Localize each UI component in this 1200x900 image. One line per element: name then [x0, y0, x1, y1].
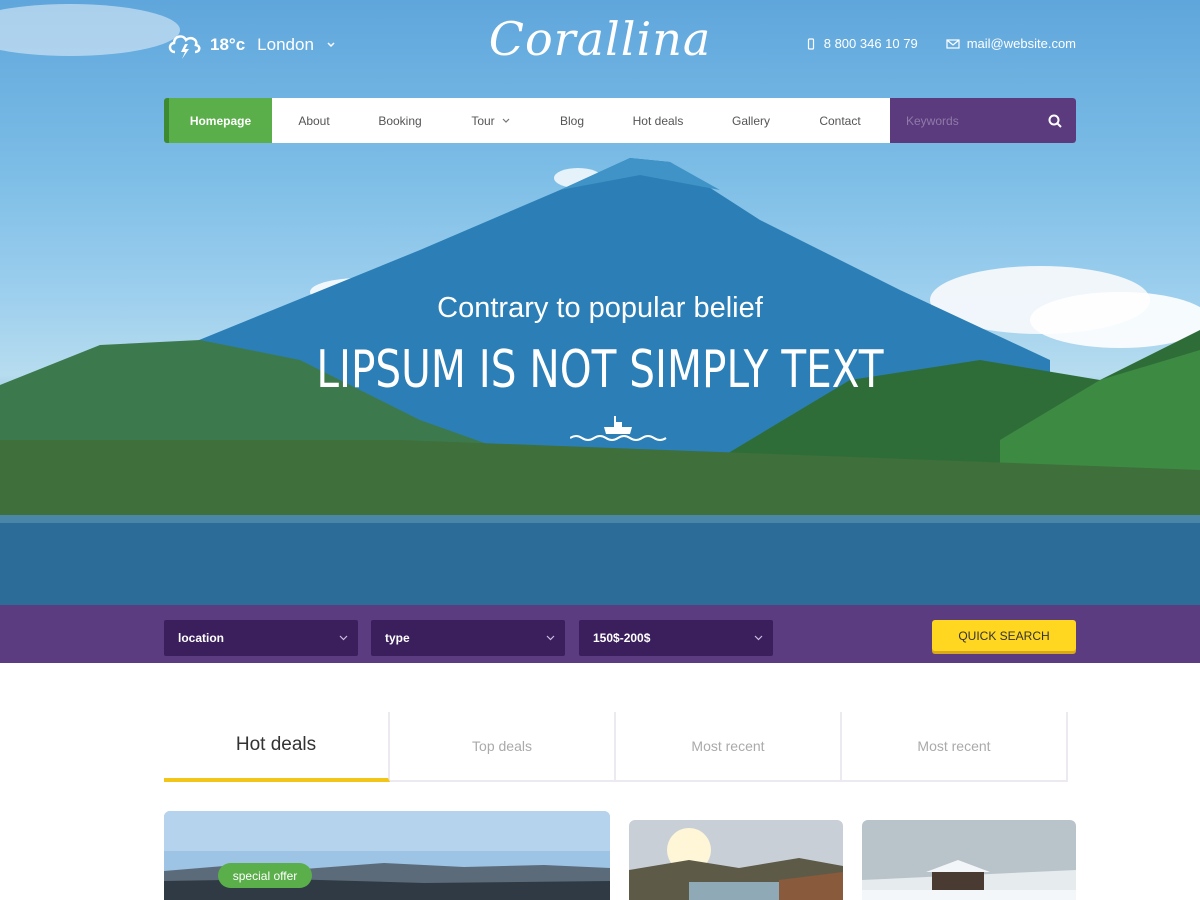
nav-item-about[interactable]: About: [272, 98, 356, 143]
boat-icon: [570, 416, 667, 441]
price-select[interactable]: 150$-200$: [579, 620, 773, 656]
quick-search-button[interactable]: QUICK SEARCH: [932, 620, 1076, 651]
tab-hot-deals[interactable]: Hot deals: [164, 712, 390, 782]
tab-top-deals[interactable]: Top deals: [390, 712, 616, 780]
nav-item-booking[interactable]: Booking: [356, 98, 444, 143]
chevron-down-icon: [546, 635, 555, 641]
phone-number[interactable]: 8 800 346 10 79: [824, 36, 918, 51]
nav-item-homepage[interactable]: Homepage: [164, 98, 272, 143]
type-select-value: type: [385, 631, 410, 645]
nav-item-tour[interactable]: Tour: [444, 98, 538, 143]
chevron-down-icon: [502, 118, 510, 123]
deal-image-3: [862, 820, 1076, 900]
search-input[interactable]: [906, 113, 1046, 128]
phone-icon: [807, 37, 814, 50]
chevron-down-icon: [754, 635, 763, 641]
location-select[interactable]: location: [164, 620, 358, 656]
tab-most-recent-2[interactable]: Most recent: [842, 712, 1068, 780]
nav-item-contact[interactable]: Contact: [792, 98, 888, 143]
mail-icon: [946, 38, 960, 49]
location-select-value: location: [178, 631, 225, 645]
hero-subtitle: Contrary to popular belief: [437, 292, 763, 324]
nav-item-blog[interactable]: Blog: [538, 98, 606, 143]
deals-tabs: Hot deals Top deals Most recent Most rec…: [164, 712, 1068, 782]
chevron-down-icon: [339, 635, 348, 641]
hero-title: LIPSUM IS NOT SIMPLY TEXT: [316, 340, 884, 400]
price-select-value: 150$-200$: [593, 631, 651, 645]
contact-info: 8 800 346 10 79 mail@website.com: [805, 36, 1076, 51]
nav-item-hot-deals[interactable]: Hot deals: [606, 98, 710, 143]
deal-card-image-2[interactable]: [629, 820, 843, 900]
nav-item-gallery[interactable]: Gallery: [710, 98, 792, 143]
type-select[interactable]: type: [371, 620, 565, 656]
hero-banner: 18°c London Corallina 8 800 346 10 79 ma…: [0, 0, 1200, 605]
nav-search-box: [890, 98, 1076, 143]
deal-image-2: [629, 820, 843, 900]
search-icon[interactable]: [1048, 114, 1062, 128]
email-address[interactable]: mail@website.com: [967, 36, 1076, 51]
deal-card-image-3[interactable]: [862, 820, 1076, 900]
tab-most-recent[interactable]: Most recent: [616, 712, 842, 780]
main-navigation: Homepage About Booking Tour Blog Hot dea…: [164, 98, 1076, 143]
nav-item-tour-label: Tour: [471, 113, 495, 128]
special-offer-badge: special offer: [218, 863, 312, 888]
